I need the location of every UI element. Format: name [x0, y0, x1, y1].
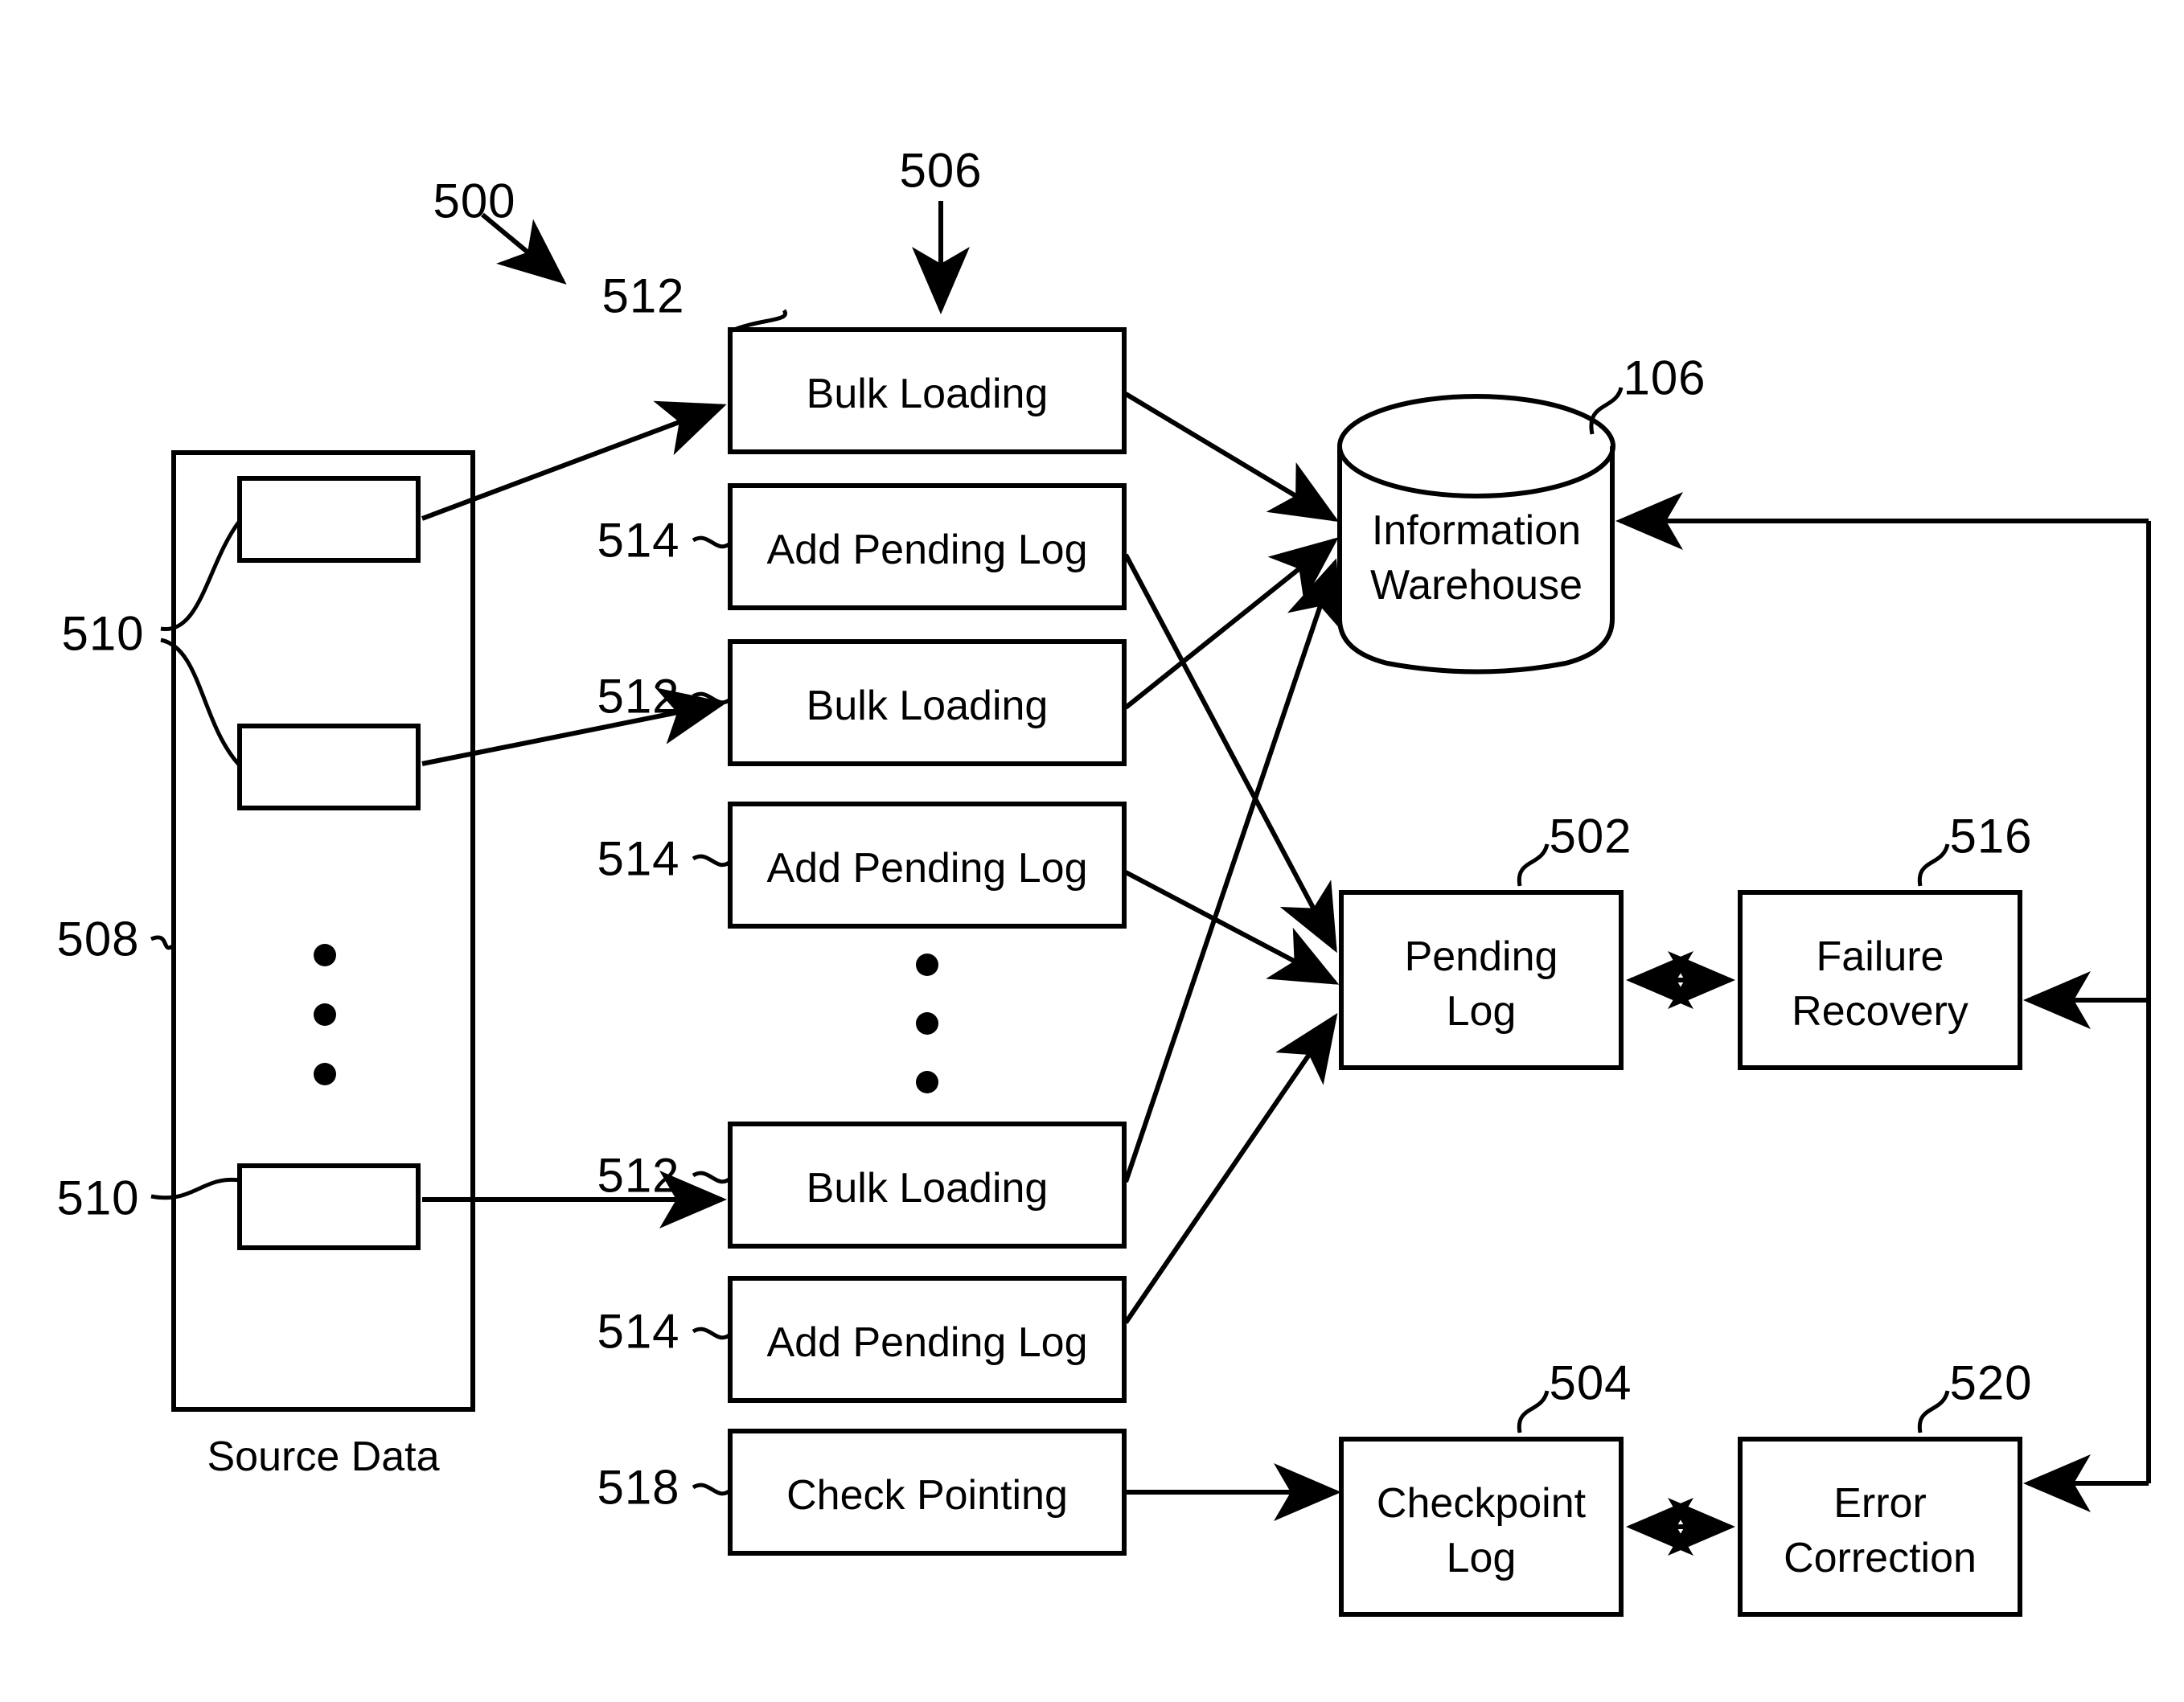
source-dot-1 [314, 944, 336, 966]
process-dot-1 [916, 954, 938, 976]
source-block-label-1: Block [0, 0, 1092, 23]
add-pending-log-label-1: Add Pending Log [766, 526, 1088, 573]
add-pending-log-label-2: Add Pending Log [766, 844, 1088, 892]
checkpoint-log-label-line1: Checkpoint [1376, 1479, 1587, 1527]
leader-514-2 [692, 854, 732, 867]
leader-512-3 [692, 1171, 732, 1184]
arrow-addpending3-to-pendinglog [1123, 1013, 1338, 1324]
source-data-container [171, 450, 475, 1412]
ref-number-506: 506 [899, 143, 983, 198]
addpending-to-pendinglog-arrows [1123, 553, 1340, 1324]
ref-number-504: 504 [1549, 1355, 1632, 1410]
figure-reference-number: 500 [433, 174, 516, 228]
ellipsis-dots [314, 944, 938, 1093]
source-block-label-3: Block [0, 70, 1092, 117]
bulk-loading-label-1: Bulk Loading [806, 370, 1049, 417]
bulk-loading-label-2: Bulk Loading [806, 682, 1049, 729]
source-dot-3 [314, 1063, 336, 1085]
bulk-loading-label-3: Bulk Loading [806, 1164, 1049, 1212]
ref-number-512-3: 512 [597, 1148, 680, 1203]
source-block-3 [237, 1163, 421, 1250]
arrow-block1-to-bulk1 [421, 400, 727, 521]
ref-number-514-2: 514 [597, 831, 680, 886]
ref-number-510-lower: 510 [56, 1171, 140, 1225]
ref-number-518: 518 [597, 1460, 680, 1515]
pending-log-label-line2: Log [1446, 987, 1517, 1035]
ref-number-508: 508 [56, 912, 140, 966]
pending-log-label-line1: Pending [1404, 933, 1558, 980]
process-dot-2 [916, 1012, 938, 1035]
leader-514-1 [692, 535, 732, 549]
source-block-label-2: Block [0, 23, 1092, 70]
source-dot-2 [314, 1003, 336, 1026]
ref-number-514-3: 514 [597, 1304, 680, 1359]
information-warehouse-label-line1: Information [1371, 506, 1582, 554]
failure-recovery-label-line2: Recovery [1792, 987, 1968, 1035]
ref-number-512-2: 512 [597, 669, 680, 724]
patent-figure: 500 506 510 508 510 Block Block Block So… [0, 0, 2184, 1702]
leader-514-3 [692, 1327, 732, 1340]
ref-number-520: 520 [1949, 1355, 2033, 1410]
process-dot-3 [916, 1071, 938, 1093]
source-data-caption: Source Data [207, 1433, 440, 1480]
leader-510-lower [150, 1177, 240, 1200]
arrow-bulk3-to-warehouse [1123, 558, 1343, 1183]
error-correction-label-line1: Error [1833, 1479, 1927, 1527]
ref-number-106: 106 [1623, 351, 1706, 405]
leader-508 [150, 935, 175, 950]
ref-number-516: 516 [1949, 809, 2033, 863]
source-block-2 [237, 724, 421, 810]
leader-516 [1917, 843, 1950, 887]
leader-520 [1917, 1390, 1950, 1433]
arrow-bulk1-to-warehouse [1124, 392, 1340, 523]
add-pending-log-label-3: Add Pending Log [766, 1319, 1088, 1366]
ref-number-514-1: 514 [597, 513, 680, 568]
check-pointing-label: Check Pointing [786, 1471, 1068, 1519]
ref-number-512-1: 512 [601, 269, 685, 323]
leader-502 [1517, 843, 1550, 887]
checkpoint-log-label-line2: Log [1446, 1534, 1517, 1581]
leader-504 [1517, 1390, 1550, 1433]
arrow-bulk2-to-warehouse [1124, 537, 1339, 710]
information-warehouse-label-line2: Warehouse [1370, 561, 1583, 609]
ref-number-510-upper: 510 [61, 606, 145, 661]
error-correction-label-line2: Correction [1784, 1534, 1977, 1581]
leader-512-2 [692, 691, 732, 705]
failure-recovery-label-line1: Failure [1816, 933, 1944, 980]
source-block-1 [237, 476, 421, 563]
ref-number-502: 502 [1549, 809, 1632, 863]
leader-518 [692, 1483, 732, 1496]
